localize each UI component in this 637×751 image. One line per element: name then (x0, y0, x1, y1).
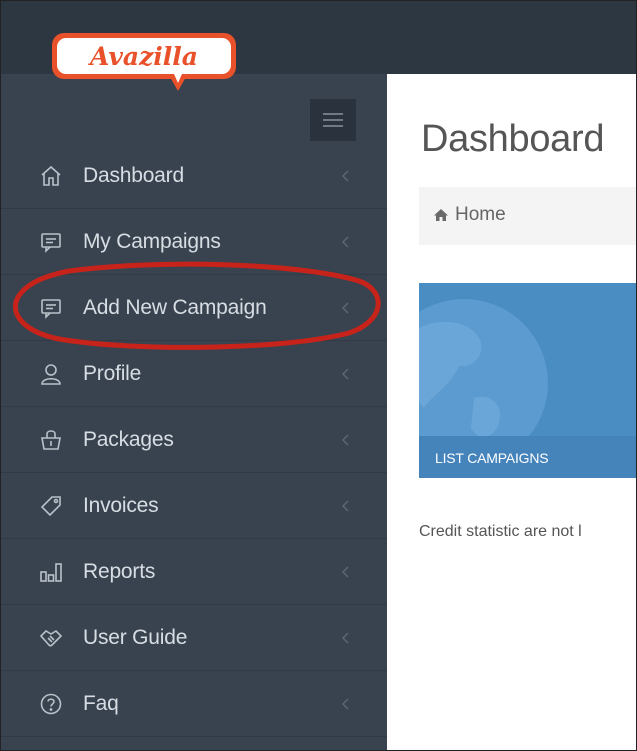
sidebar-item-label: Add New Campaign (83, 295, 267, 319)
logo-text: Avazilla (88, 42, 198, 71)
chevron-left-icon (342, 368, 349, 379)
sidebar-item-label: My Campaigns (83, 229, 221, 253)
sidebar-item-my-campaigns[interactable]: My Campaigns (1, 209, 387, 275)
sidebar-item-label: Reports (83, 559, 156, 583)
chevron-left-icon (342, 632, 349, 643)
sidebar-menu: Dashboard My Campaigns Add New Campaign … (1, 143, 387, 737)
tile-label: LIST CAMPAIGNS (435, 450, 549, 466)
bar-chart-icon (40, 562, 62, 582)
sidebar-item-label: Profile (83, 361, 142, 385)
sidebar-item-packages[interactable]: Packages (1, 407, 387, 473)
main-content: Dashboard Home LIST CAMPAIGNS Credit sta… (387, 74, 636, 750)
credit-statistic-text: Credit statistic are not l (419, 523, 582, 540)
home-icon (41, 165, 61, 186)
message-icon (41, 298, 61, 319)
tag-icon (40, 495, 61, 516)
hamburger-line (323, 113, 343, 115)
chevron-left-icon (342, 500, 349, 511)
sidebar-item-add-new-campaign[interactable]: Add New Campaign (1, 275, 387, 341)
sidebar-item-dashboard[interactable]: Dashboard (1, 143, 387, 209)
sidebar-item-label: Dashboard (83, 163, 184, 187)
breadcrumb: Home (419, 187, 636, 245)
menu-toggle-button[interactable] (310, 99, 356, 141)
chevron-left-icon (342, 698, 349, 709)
hamburger-line (323, 119, 343, 121)
app-window: Avazilla Dashboard My Campaigns Add New … (0, 0, 637, 751)
page-title: Dashboard (421, 118, 605, 160)
sidebar-item-user-guide[interactable]: User Guide (1, 605, 387, 671)
home-icon (434, 209, 448, 221)
chevron-left-icon (342, 566, 349, 577)
chevron-left-icon (342, 236, 349, 247)
list-campaigns-tile[interactable]: LIST CAMPAIGNS (419, 283, 636, 478)
question-icon (40, 693, 62, 714)
sidebar-item-label: Faq (83, 691, 119, 715)
bag-icon (41, 429, 61, 450)
sidebar-item-label: User Guide (83, 625, 188, 649)
sidebar-item-label: Packages (83, 427, 174, 451)
sidebar-item-label: Invoices (83, 493, 159, 517)
message-icon (41, 232, 61, 253)
handshake-icon (39, 629, 63, 647)
chevron-left-icon (342, 434, 349, 445)
breadcrumb-home-link[interactable]: Home (455, 204, 506, 226)
sidebar-item-faq[interactable]: Faq (1, 671, 387, 737)
sidebar-item-profile[interactable]: Profile (1, 341, 387, 407)
hamburger-line (323, 125, 343, 127)
user-icon (41, 363, 61, 385)
chevron-left-icon (342, 302, 349, 313)
sidebar-item-reports[interactable]: Reports (1, 539, 387, 605)
chevron-left-icon (342, 170, 349, 181)
sidebar-item-invoices[interactable]: Invoices (1, 473, 387, 539)
logo[interactable]: Avazilla (50, 31, 238, 95)
